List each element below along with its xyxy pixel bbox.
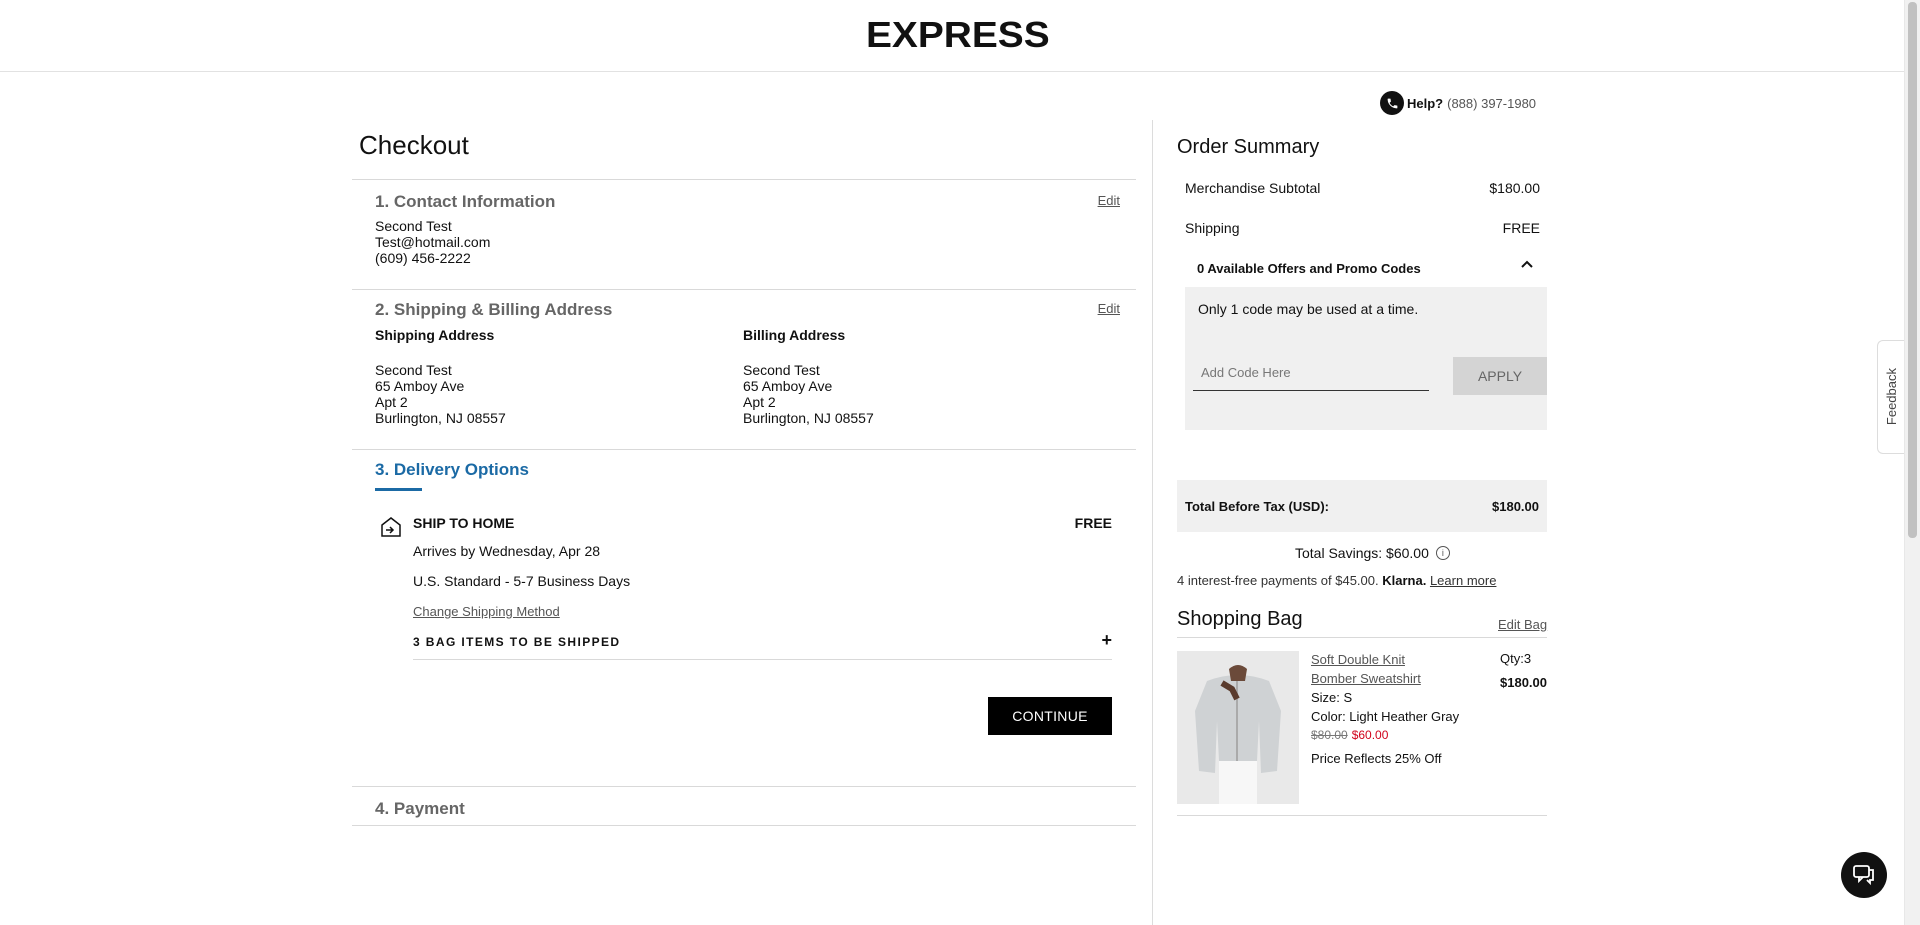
chat-icon[interactable] — [1841, 852, 1887, 898]
offers-toggle[interactable]: 0 Available Offers and Promo Codes — [1185, 258, 1547, 286]
help-phone[interactable]: (888) 397-1980 — [1447, 96, 1536, 111]
shipping-service: U.S. Standard - 5-7 Business Days — [413, 573, 631, 589]
billing-street: 65 Amboy Ave — [743, 378, 833, 394]
order-summary-title: Order Summary — [1177, 136, 1320, 158]
product-name-line1[interactable]: Soft Double Knit — [1311, 652, 1405, 667]
shipping-apt: Apt 2 — [375, 394, 408, 410]
shopping-bag-title: Shopping Bag — [1177, 608, 1303, 630]
subtotal-row: Merchandise Subtotal $180.00 — [1185, 180, 1540, 196]
billing-name: Second Test — [743, 362, 820, 378]
apply-promo-button[interactable]: APPLY — [1453, 357, 1547, 395]
continue-button[interactable]: CONTINUE — [988, 697, 1112, 735]
contact-email: Test@hotmail.com — [375, 234, 491, 250]
bag-items-label: 3 BAG ITEMS TO BE SHIPPED — [413, 635, 621, 649]
product-size: Size: S — [1311, 690, 1353, 705]
address-section: 2. Shipping & Billing Address Edit Shipp… — [352, 289, 1136, 450]
arrival-date: Arrives by Wednesday, Apr 28 — [413, 543, 601, 559]
shipping-address-heading: Shipping Address — [375, 327, 495, 343]
klarna-learn-more-link[interactable]: Learn more — [1430, 573, 1496, 588]
payment-section[interactable]: 4. Payment — [352, 786, 1136, 826]
billing-address-heading: Billing Address — [743, 327, 846, 343]
active-step-underline — [375, 488, 422, 491]
klarna-text: 4 interest-free payments of $45.00. — [1177, 573, 1379, 588]
promo-note: Only 1 code may be used at a time. — [1198, 301, 1419, 317]
page-title: Checkout — [359, 130, 469, 160]
feedback-tab[interactable]: Feedback — [1877, 340, 1904, 454]
shipping-city: Burlington, NJ 08557 — [375, 410, 506, 426]
product-total: $180.00 — [1500, 675, 1547, 690]
page-scrollbar[interactable] — [1904, 0, 1920, 925]
change-shipping-method-link[interactable]: Change Shipping Method — [413, 604, 560, 619]
total-label: Total Before Tax (USD): — [1185, 499, 1329, 514]
shipping-row: Shipping FREE — [1185, 220, 1540, 236]
delivery-section-title: 3. Delivery Options — [375, 460, 529, 479]
shipping-name: Second Test — [375, 362, 452, 378]
contact-name: Second Test — [375, 218, 452, 234]
total-savings: Total Savings: $60.00 i — [1295, 545, 1450, 561]
help-contact[interactable]: Help? (888) 397-1980 — [1380, 91, 1536, 115]
sale-price: $60.00 — [1351, 728, 1389, 742]
product-color: Color: Light Heather Gray — [1311, 709, 1460, 724]
subtotal-value: $180.00 — [1489, 180, 1540, 196]
scrollbar-thumb[interactable] — [1908, 2, 1917, 538]
shipping-label: Shipping — [1185, 220, 1240, 236]
product-qty: Qty:3 — [1500, 651, 1532, 666]
discount-note: Price Reflects 25% Off — [1311, 751, 1442, 766]
bag-items-toggle[interactable]: 3 BAG ITEMS TO BE SHIPPED + — [413, 628, 1112, 660]
ship-method-price: FREE — [1074, 515, 1112, 531]
savings-text: Total Savings: $60.00 — [1295, 545, 1429, 561]
total-value: $180.00 — [1492, 499, 1539, 514]
product-price: $80.00 $60.00 — [1311, 728, 1388, 742]
subtotal-label: Merchandise Subtotal — [1185, 180, 1321, 196]
billing-city: Burlington, NJ 08557 — [743, 410, 874, 426]
home-delivery-icon — [381, 517, 401, 537]
site-header: EXPRESS — [0, 0, 1905, 72]
shipping-street: 65 Amboy Ave — [375, 378, 465, 394]
bag-divider-top — [1177, 637, 1547, 638]
klarna-promo: 4 interest-free payments of $45.00. Klar… — [1177, 573, 1496, 588]
edit-contact-link[interactable]: Edit — [1098, 193, 1120, 208]
total-before-tax: Total Before Tax (USD): $180.00 — [1177, 480, 1547, 532]
phone-icon — [1380, 91, 1404, 115]
product-name-line2[interactable]: Bomber Sweatshirt — [1311, 671, 1421, 686]
express-logo[interactable]: EXPRESS — [866, 14, 1050, 56]
bag-divider-bottom — [1177, 815, 1547, 816]
ship-method-title: SHIP TO HOME — [413, 515, 515, 531]
contact-section-title: 1. Contact Information — [375, 192, 556, 211]
payment-section-title: 4. Payment — [375, 799, 465, 818]
offers-title: 0 Available Offers and Promo Codes — [1197, 261, 1421, 276]
help-label: Help? — [1407, 95, 1444, 111]
contact-section: 1. Contact Information Edit Second Test … — [352, 179, 1136, 290]
edit-address-link[interactable]: Edit — [1098, 301, 1120, 316]
shipping-value: FREE — [1502, 220, 1540, 236]
chevron-up-icon[interactable] — [1521, 258, 1533, 275]
info-icon[interactable]: i — [1435, 546, 1450, 560]
column-divider — [1152, 120, 1153, 925]
klarna-logo: Klarna. — [1382, 573, 1427, 588]
product-image[interactable] — [1177, 651, 1299, 804]
contact-phone: (609) 456-2222 — [375, 250, 471, 266]
feedback-label: Feedback — [1883, 368, 1899, 426]
original-price: $80.00 — [1311, 728, 1348, 742]
expand-plus-icon[interactable]: + — [1101, 630, 1112, 651]
promo-panel: Only 1 code may be used at a time. APPLY — [1185, 287, 1547, 430]
promo-code-input[interactable] — [1193, 355, 1429, 391]
address-section-title: 2. Shipping & Billing Address — [375, 300, 613, 319]
edit-bag-link[interactable]: Edit Bag — [1498, 617, 1547, 632]
billing-apt: Apt 2 — [743, 394, 776, 410]
